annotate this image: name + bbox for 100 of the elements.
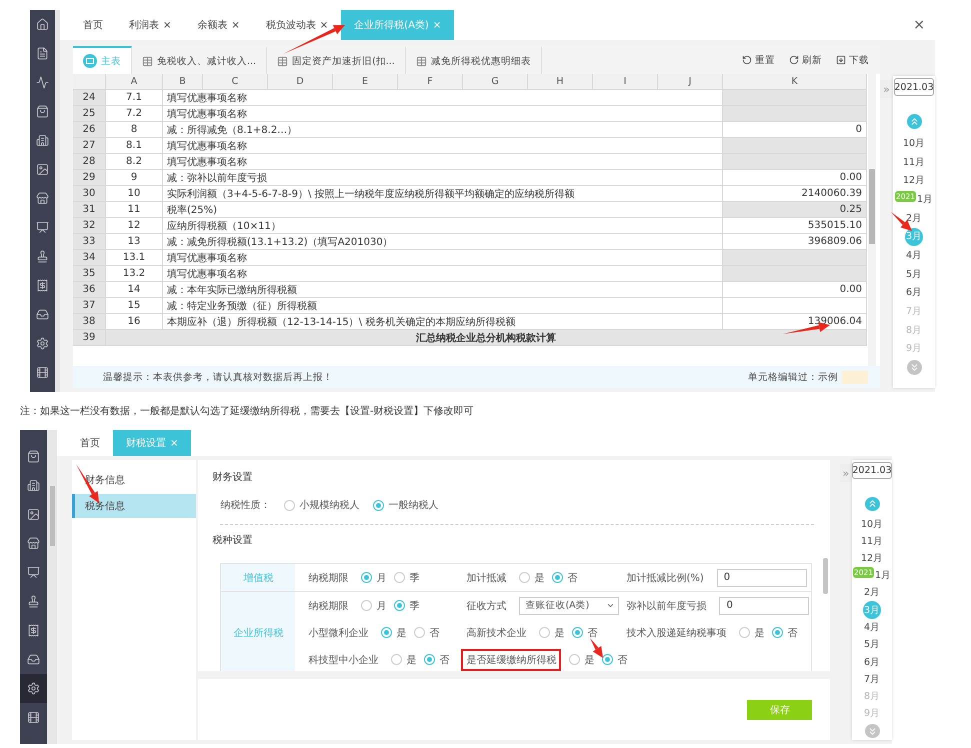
radio-option[interactable]: 是 [519,570,544,584]
row-number: 38 [73,314,106,330]
row-number: 25 [73,106,106,122]
table-cell: 应纳所得税额（10×11） [163,218,723,234]
table-cell: 10 [106,186,163,202]
value-cell[interactable]: 396809.06 [723,234,867,250]
radio-option[interactable]: 小规模纳税人 [284,498,360,512]
radio-option[interactable]: 否 [772,626,798,640]
value-cell[interactable]: 0.00 [723,170,867,186]
month-item[interactable]: 6月 [906,286,922,300]
month-item[interactable]: 5月 [864,638,880,652]
month-item[interactable]: 7月 [864,672,880,686]
row-number: 30 [73,186,106,202]
value-cell[interactable]: 0 [723,122,867,138]
month-item[interactable]: 10月 [902,136,926,150]
field-label: 技术入股递延纳税事项 [625,626,728,640]
table-cell: 13.1 [106,250,163,266]
toolbar-button[interactable]: 刷新 [782,54,829,66]
row-number: 39 [73,330,106,346]
section-heading: 汇总纳税企业总分机构税款计算 [106,330,867,346]
radio-option[interactable]: 是 [539,626,564,640]
radio-option[interactable]: 月 [361,598,386,612]
tab[interactable]: 税负波动表 × [252,10,342,40]
radio-option[interactable]: 是 [739,626,764,640]
row-number: 35 [73,266,106,282]
value-cell[interactable]: 139006.04 [723,314,867,330]
year-field[interactable]: 2021.03 [894,78,934,96]
radio-option[interactable]: 是 [391,652,416,666]
value-cell[interactable]: 535015.10 [723,218,867,234]
row-number: 33 [73,234,106,250]
table-cell: 减：减免所得税额(13.1+13.2)（填写A201030） [163,234,723,250]
radio-option[interactable]: 月 [361,570,386,584]
month-item[interactable]: 2月 [906,212,922,225]
row-number: 36 [73,282,106,298]
row-number: 29 [73,170,106,186]
table-cell: 7.1 [106,90,163,106]
table-cell: 11 [106,202,163,218]
radio-option[interactable]: 否 [552,570,578,584]
select-field[interactable]: 查账征收(A类) [519,596,620,614]
radio-option[interactable]: 否 [572,626,598,640]
month-item[interactable]: 4月 [864,621,880,634]
month-item[interactable]: 12月 [860,552,884,565]
field-label: 纳税期限 [307,572,350,586]
note-text: 注：如果这一栏没有数据，一般都是默认勾选了延缓缴纳所得税，需要去【设置-财税设置】下修改即可 [20,404,475,418]
input-field[interactable]: 0 [716,568,807,586]
column-header: H [528,74,593,90]
radio-option[interactable]: 一般纳税人 [373,498,438,512]
tab[interactable]: 利润表 × [116,10,184,40]
row-number: 37 [73,298,106,314]
value-cell: 0.25 [723,202,867,218]
table-cell: 填写优惠事项名称 [163,138,723,154]
input-field[interactable]: 0 [719,596,810,614]
field-label: 科技型中小企业 [307,654,380,668]
radio-option[interactable]: 是 [381,626,406,640]
month-item[interactable]: 12月 [902,174,926,188]
toolbar-button[interactable]: 重置 [735,54,782,66]
field-label: 征收方式 [465,600,508,614]
field-label: 纳税期限 [307,600,350,614]
column-header: D [268,74,333,90]
month-item[interactable]: 5月 [906,268,922,281]
row-number: 34 [73,250,106,266]
column-header: E [333,74,398,90]
month-item[interactable]: 1月 [875,569,892,582]
group-label: 企业所得税 [221,592,296,671]
notice-text: 温馨提示：本表供参考，请认真核对数据后再上报！ [103,370,333,384]
table-cell: 9 [106,170,163,186]
section-heading: 财务设置 [212,470,254,485]
table-cell: 填写优惠事项名称 [163,90,723,106]
group-label: 增值税 [221,564,296,591]
section-heading: 税种设置 [212,534,254,548]
table-cell: 减：弥补以前年度亏损 [163,170,723,186]
month-item[interactable]: 10月 [860,518,884,531]
year-field[interactable]: 2021.03 [852,462,892,479]
radio-option[interactable]: 季 [394,598,420,612]
column-header: J [658,74,723,90]
radio-option[interactable]: 否 [424,652,450,666]
table-cell: 12 [106,218,163,234]
field-label: 小型微利企业 [307,626,370,640]
table-cell: 13.2 [106,266,163,282]
field-label: 弥补以前年度亏损 [625,600,708,614]
tab[interactable]: 首页 [70,10,116,40]
field-label: 高新技术企业 [465,626,528,640]
month-item[interactable]: 6月 [864,656,880,669]
field-label: 是否延缓缴纳所得税 [461,648,562,670]
month-item[interactable]: 1月 [917,192,934,206]
month-item[interactable]: 11月 [902,156,926,169]
month-item[interactable]: 2月 [864,586,880,600]
radio-option[interactable]: 否 [414,626,440,640]
toolbar-button[interactable]: 下载 [829,54,876,66]
close-button[interactable]: × [903,10,935,40]
column-header: G [463,74,528,90]
value-cell[interactable]: 2140060.39 [723,186,867,202]
nav-item[interactable]: 税务信息 [72,494,196,518]
month-item[interactable]: 4月 [906,248,922,262]
month-item[interactable]: 11月 [860,534,884,548]
tab[interactable]: 首页 [67,430,113,456]
radio-option[interactable]: 季 [394,570,420,584]
value-cell[interactable]: 0.00 [723,282,867,298]
radio-option[interactable]: 是 [569,652,594,666]
tab[interactable]: 余额表 × [184,10,253,40]
